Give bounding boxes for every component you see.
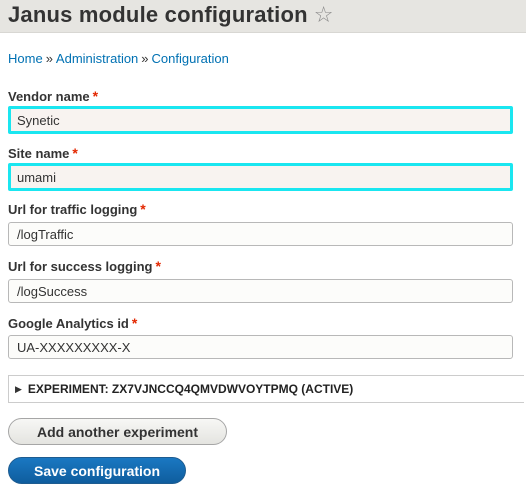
experiment-details: ▶ EXPERIMENT: ZX7VJNCCQ4QMVDWVOYTPMQ (ACT… [8,375,524,403]
required-marker: * [140,201,146,217]
experiment-summary-text: EXPERIMENT: ZX7VJNCCQ4QMVDWVOYTPMQ (ACTI… [27,382,354,396]
page-title-text: Janus module configuration [8,2,308,27]
breadcrumb-home-link[interactable]: Home [8,51,43,66]
ga-id-input[interactable] [8,335,513,359]
traffic-url-label-text: Url for traffic logging [8,202,138,217]
save-configuration-button[interactable]: Save configuration [8,457,186,484]
triangle-right-icon: ▶ [15,384,22,394]
add-experiment-button[interactable]: Add another experiment [8,418,227,445]
breadcrumb-separator: » [141,51,149,66]
vendor-name-label-text: Vendor name [8,89,90,104]
ga-id-label: Google Analytics id * [8,315,137,331]
breadcrumb-administration-link[interactable]: Administration [56,51,138,66]
required-marker: * [72,145,78,161]
vendor-name-label: Vendor name * [8,88,98,104]
success-url-label-text: Url for success logging [8,259,153,274]
experiment-summary-toggle[interactable]: ▶ EXPERIMENT: ZX7VJNCCQ4QMVDWVOYTPMQ (ACT… [9,376,353,402]
required-marker: * [131,315,138,331]
breadcrumb-configuration-link[interactable]: Configuration [152,51,229,66]
breadcrumb-separator: » [45,51,53,66]
star-outline-icon[interactable]: ☆ [314,2,334,28]
breadcrumb: Home» Administration» Configuration [8,51,229,66]
success-url-label: Url for success logging * [8,258,161,274]
required-marker: * [92,88,99,104]
page-title: Janus module configuration ☆ [8,2,334,28]
site-name-input[interactable] [8,163,513,191]
site-name-label: Site name * [8,145,78,161]
success-url-input[interactable] [8,279,513,303]
page-header: Janus module configuration ☆ [0,0,526,33]
vendor-name-input[interactable] [8,106,513,134]
site-name-label-text: Site name [8,146,70,161]
required-marker: * [155,258,161,274]
ga-id-label-text: Google Analytics id [8,316,129,331]
traffic-url-label: Url for traffic logging * [8,201,146,217]
traffic-url-input[interactable] [8,222,513,246]
